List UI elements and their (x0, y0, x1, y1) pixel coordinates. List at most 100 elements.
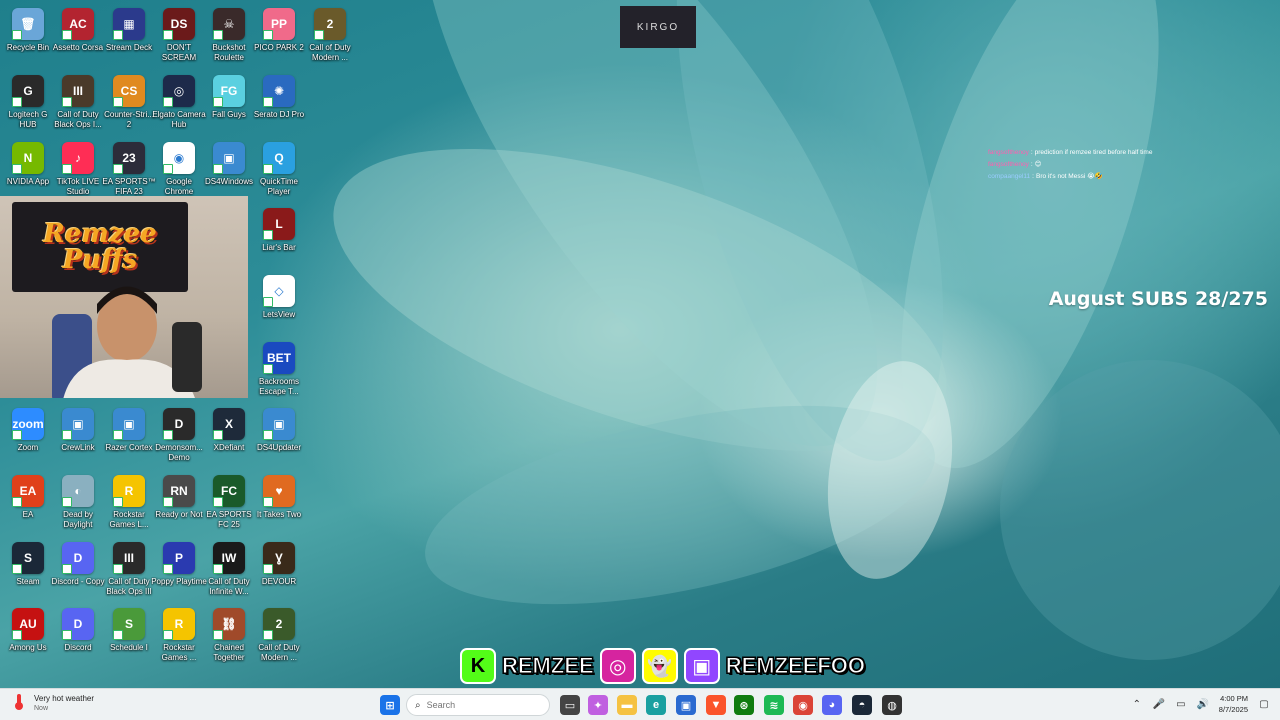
desktop-icon[interactable]: R Rockstar Games ... (153, 603, 205, 669)
chat-username: compaangel11 (988, 173, 1031, 180)
clock[interactable]: 4:00 PM 8/7/2025 (1219, 693, 1248, 715)
desktop-icon-label: Recycle Bin (6, 43, 50, 52)
desktop-icon[interactable]: DS DON'T SCREAM (153, 3, 205, 69)
app-icon: ▣ (113, 408, 145, 440)
app-icon: P (163, 542, 195, 574)
chat-message: fangsofthenoy: 😊 (988, 159, 1228, 171)
desktop-icon[interactable]: ▣ DS4Updater (253, 403, 305, 469)
weather-widget[interactable]: Very hot weather Now (10, 693, 94, 714)
desktop-icon[interactable]: AU Among Us (2, 603, 54, 669)
microphone-icon[interactable]: 🎤 (1153, 698, 1165, 710)
desktop-icon[interactable]: G Logitech G HUB (2, 70, 54, 136)
desktop-icon-label: DS4Updater (256, 443, 302, 452)
social-handle: REMZEEFOO (725, 653, 866, 679)
copilot-icon[interactable]: ✦ (588, 695, 608, 715)
desktop-icon[interactable]: ◐ Dead by Daylight (52, 470, 104, 536)
search-box[interactable]: ⌕ (406, 694, 550, 716)
app-icon: X (213, 408, 245, 440)
desktop-icon[interactable]: EA EA (2, 470, 54, 536)
network-icon[interactable]: ▭ (1175, 698, 1187, 710)
app-icon: ▦ (113, 8, 145, 40)
desktop-icon[interactable]: ◇ LetsView (253, 270, 305, 336)
desktop-icon[interactable]: N NVIDIA App (2, 137, 54, 203)
desktop-icon[interactable]: III Call of Duty Black Ops I... (52, 70, 104, 136)
desktop-icon-label: Assetto Corsa (52, 43, 104, 52)
steam-icon[interactable]: ◓ (852, 695, 872, 715)
ms-store-icon[interactable]: ▣ (676, 695, 696, 715)
desktop-icon[interactable]: P Poppy Playtime (151, 537, 207, 603)
desktop-icon[interactable]: ♥ It Takes Two (253, 470, 305, 536)
streamer-figure (52, 286, 202, 398)
social-handles: K REMZEE ◎ 👻 ▣ REMZEEFOO (460, 644, 866, 688)
search-input[interactable] (426, 700, 517, 710)
system-tray: ⌃ 🎤 ▭ 🔊 4:00 PM 8/7/2025 ▢ (1131, 693, 1270, 715)
desktop-icon-label: Call of Duty Modern ... (309, 43, 351, 62)
desktop-icon[interactable]: ▦ Stream Deck (103, 3, 155, 69)
notification-icon[interactable]: ▢ (1258, 698, 1270, 710)
desktop-icon[interactable]: BET Backrooms Escape T... (253, 337, 305, 403)
desktop-icon[interactable]: D Discord (52, 603, 104, 669)
chat-username: fangsofthenoy (988, 149, 1029, 156)
app-icon: ▣ (263, 408, 295, 440)
desktop-icon[interactable]: 🗑 Recycle Bin (2, 3, 54, 69)
chrome-icon[interactable]: ◉ (793, 695, 813, 715)
kick-icon: K (460, 648, 496, 684)
chevron-up-icon[interactable]: ⌃ (1131, 698, 1143, 710)
desktop-icon[interactable]: CS Counter-Stri... 2 (103, 70, 155, 136)
desktop-icon-label: Elgato Camera Hub (152, 110, 206, 129)
app-icon: ▣ (213, 142, 245, 174)
app-icon: ✺ (263, 75, 295, 107)
desktop-icon[interactable]: III Call of Duty Black Ops III (103, 537, 155, 603)
desktop-icon[interactable]: Ɣ DEVOUR (253, 537, 305, 603)
desktop-icon[interactable]: 23 EA SPORTS™ FIFA 23 (102, 137, 156, 203)
desktop-icon[interactable]: 2 Call of Duty Modern ... (304, 3, 356, 69)
start-button-icon[interactable]: ⊞ (380, 695, 400, 715)
desktop-icon-label: Google Chrome (164, 177, 194, 196)
desktop-icon[interactable]: ◎ Elgato Camera Hub (152, 70, 206, 136)
desktop-icon[interactable]: zoom Zoom (2, 403, 54, 469)
desktop-icon[interactable]: FG Fall Guys (203, 70, 255, 136)
xbox-icon[interactable]: ⊛ (734, 695, 754, 715)
desktop-icon[interactable]: D Demonsom... Demo (153, 403, 205, 469)
desktop-icon[interactable]: ▣ CrewLink (52, 403, 104, 469)
desktop-icon[interactable]: R Rockstar Games L... (103, 470, 155, 536)
desktop-icon[interactable]: 2 Call of Duty Modern ... (253, 603, 305, 669)
desktop-icon[interactable]: ✺ Serato DJ Pro (253, 70, 305, 136)
desktop-icon-label: Counter-Stri... 2 (104, 110, 154, 129)
desktop-icon[interactable]: ▣ Razer Cortex (103, 403, 155, 469)
desktop-icon-label: Poppy Playtime (151, 577, 207, 586)
file-explorer-icon[interactable]: ▬ (617, 695, 637, 715)
desktop-icon-label: CrewLink (61, 443, 95, 452)
volume-icon[interactable]: 🔊 (1197, 698, 1209, 710)
desktop-icon[interactable]: RN Ready or Not (153, 470, 205, 536)
desktop-icon-label: Call of Duty Infinite W... (208, 577, 250, 596)
desktop-icon[interactable]: ☠ Buckshot Roulette (203, 3, 255, 69)
app-icon: ☠ (213, 8, 245, 40)
spotify-icon[interactable]: ≋ (764, 695, 784, 715)
desktop-icon[interactable]: IW Call of Duty Infinite W... (203, 537, 255, 603)
desktop-icon-label: Fall Guys (212, 110, 246, 119)
app-icon: ♪ (62, 142, 94, 174)
desktop-icon[interactable]: ⛓ Chained Together (203, 603, 255, 669)
desktop-icon[interactable]: L Liar's Bar (253, 203, 305, 269)
desktop-icon-label: DON'T SCREAM (161, 43, 197, 62)
task-view-icon[interactable]: ▭ (560, 695, 580, 715)
discord-icon[interactable]: ◕ (822, 695, 842, 715)
desktop-icon[interactable]: D Discord - Copy (52, 537, 104, 603)
desktop-icon[interactable]: ▣ DS4Windows (203, 137, 255, 203)
desktop-icon[interactable]: FC EA SPORTS FC 25 (203, 470, 255, 536)
app-red-dot-icon[interactable]: ◍ (882, 695, 902, 715)
desktop-icon[interactable]: S Steam (2, 537, 54, 603)
desktop-icon[interactable]: X XDefiant (203, 403, 255, 469)
chat-text: Bro it's not Messi 😭🤣 (1035, 173, 1103, 180)
desktop-icon[interactable]: AC Assetto Corsa (52, 3, 104, 69)
desktop-icon[interactable]: PP PICO PARK 2 (253, 3, 305, 69)
edge-icon[interactable]: e (646, 695, 666, 715)
desktop-icon-label: Demonsom... Demo (155, 443, 203, 462)
desktop-icon[interactable]: ♪ TikTok LIVE Studio (52, 137, 104, 203)
desktop-icon[interactable]: ◉ Google Chrome (153, 137, 205, 203)
desktop-icon[interactable]: S Schedule I (103, 603, 155, 669)
brave-icon[interactable]: ▼ (706, 695, 726, 715)
desktop-icon[interactable]: Q QuickTime Player (253, 137, 305, 203)
desktop-icon-label: Buckshot Roulette (212, 43, 246, 62)
